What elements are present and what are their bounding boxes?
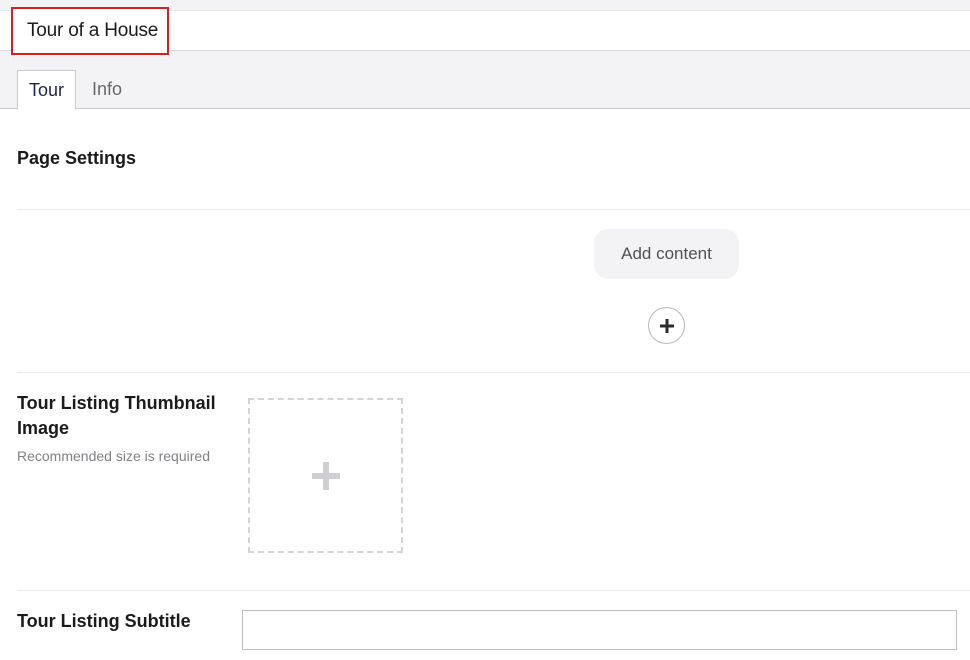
add-block-button[interactable] [648,307,685,344]
subtitle-title: Tour Listing Subtitle [17,611,191,631]
thumbnail-upload-area[interactable] [248,398,403,553]
page-settings-title: Page Settings [17,148,137,168]
thumbnail-title-line2: Image [17,418,70,438]
thumbnail-hint: Recommended size is required [17,448,210,464]
thumbnail-title-line1: Tour Listing Thumbnail [17,393,216,413]
divider [17,209,970,210]
divider [17,590,970,591]
tab-tour[interactable]: Tour [17,70,76,110]
subtitle-input[interactable] [242,610,957,650]
divider [17,372,970,373]
tab-info[interactable]: Info [78,70,136,109]
editor-header: Tour of a House Tour Info [0,0,970,110]
plus-icon [311,461,340,490]
plus-icon [659,318,674,333]
node-name-input[interactable]: Tour of a House [11,7,169,55]
add-content-button[interactable]: Add content [594,229,739,279]
